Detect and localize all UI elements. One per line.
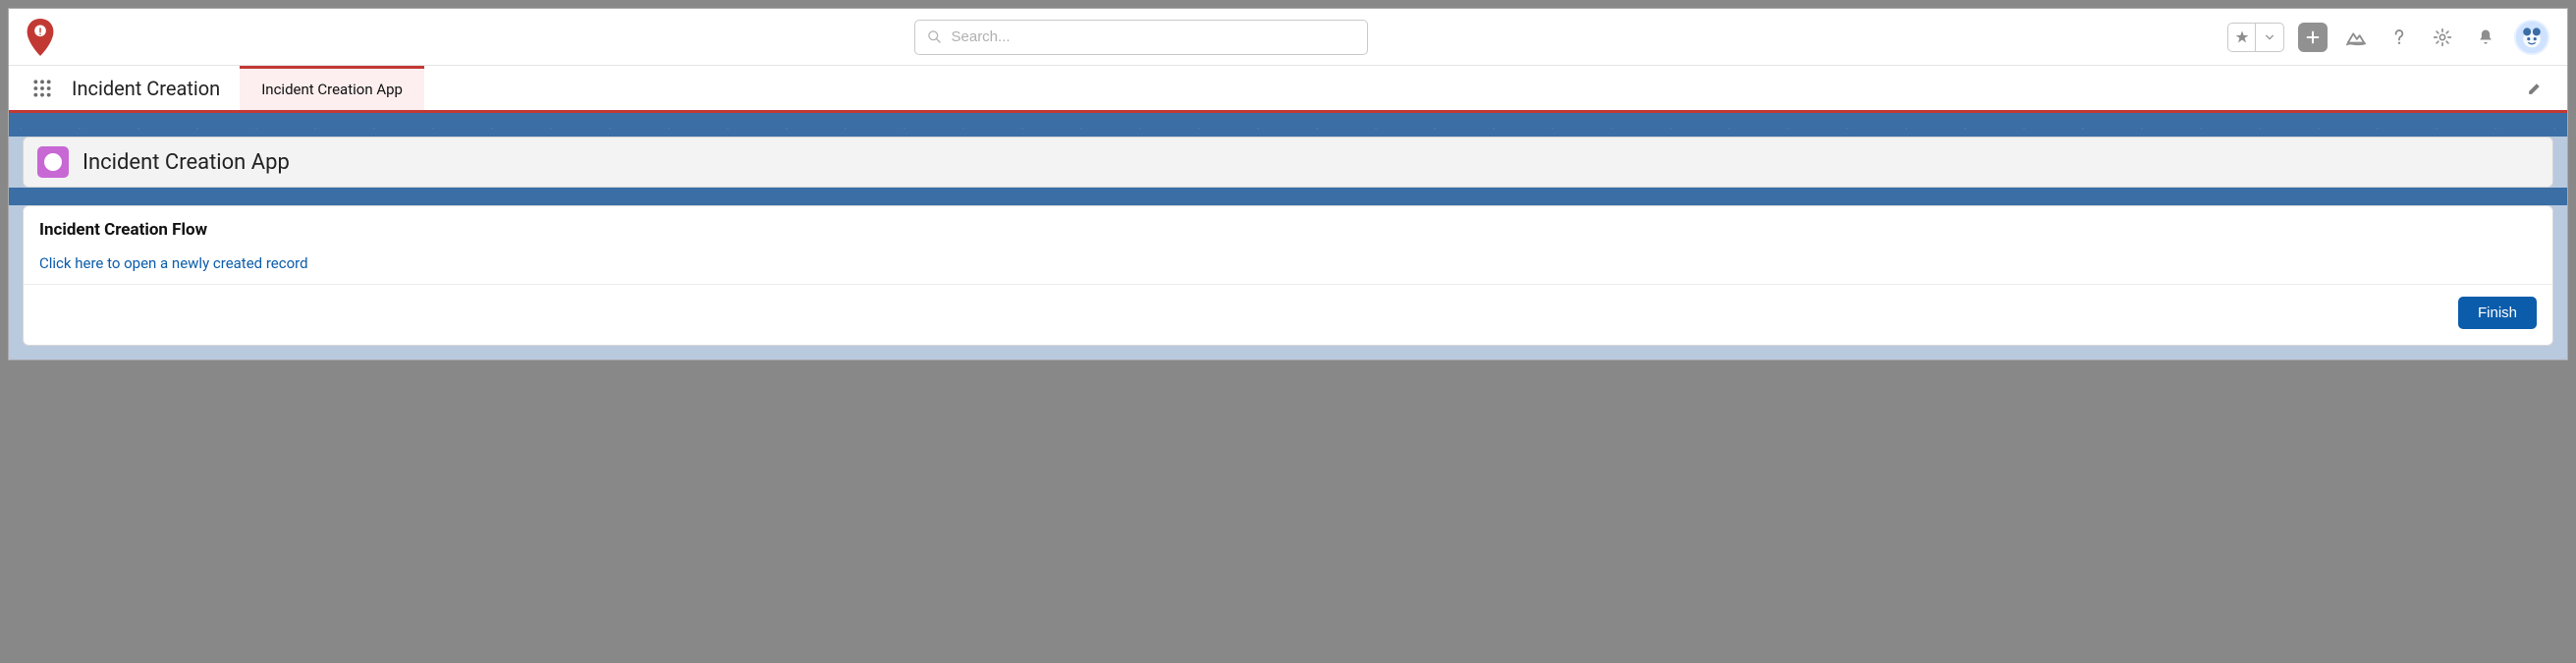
trailhead-icon xyxy=(2345,27,2367,48)
avatar-icon xyxy=(2516,21,2548,54)
edit-nav-button[interactable] xyxy=(2517,66,2553,110)
finish-button[interactable]: Finish xyxy=(2458,297,2537,329)
plus-icon xyxy=(2305,29,2321,45)
notifications-button[interactable] xyxy=(2471,23,2500,52)
global-header: ! xyxy=(9,9,2567,66)
app-icon-dot xyxy=(44,153,62,171)
tab-label: Incident Creation App xyxy=(261,81,403,98)
page-title: Incident Creation App xyxy=(82,150,290,175)
gear-icon xyxy=(2433,28,2452,47)
svg-text:!: ! xyxy=(39,27,42,37)
setup-button[interactable] xyxy=(2428,23,2457,52)
app-launcher-button[interactable] xyxy=(23,66,62,110)
user-avatar[interactable] xyxy=(2514,20,2549,55)
open-record-link[interactable]: Click here to open a newly created recor… xyxy=(39,254,308,272)
question-icon xyxy=(2389,28,2409,47)
decorative-band-2 xyxy=(9,188,2567,205)
pencil-icon xyxy=(2527,80,2544,96)
decorative-band xyxy=(9,113,2567,137)
page-app-icon xyxy=(37,146,69,178)
flow-card: Incident Creation Flow Click here to ope… xyxy=(23,205,2553,346)
card-title: Incident Creation Flow xyxy=(39,220,2537,240)
app-name: Incident Creation xyxy=(62,66,240,110)
chevron-down-icon[interactable] xyxy=(2256,24,2283,51)
search-icon xyxy=(927,29,942,44)
page-header: Incident Creation App xyxy=(23,137,2553,188)
global-search[interactable] xyxy=(914,20,1368,55)
global-add-button[interactable] xyxy=(2298,23,2328,52)
search-input[interactable] xyxy=(952,28,1355,45)
waffle-icon xyxy=(32,79,52,98)
favorites-button[interactable] xyxy=(2227,23,2284,52)
salesforce-trailhead-button[interactable] xyxy=(2341,23,2371,52)
help-button[interactable] xyxy=(2384,23,2414,52)
header-actions xyxy=(2227,20,2549,55)
star-icon[interactable] xyxy=(2228,24,2256,51)
tab-incident-creation-app[interactable]: Incident Creation App xyxy=(240,66,424,110)
content-area: Incident Creation Flow Click here to ope… xyxy=(9,205,2567,359)
app-window: ! xyxy=(8,8,2568,360)
app-logo-icon[interactable]: ! xyxy=(27,19,54,56)
bell-icon xyxy=(2476,28,2495,47)
nav-bar: Incident Creation Incident Creation App xyxy=(9,66,2567,113)
